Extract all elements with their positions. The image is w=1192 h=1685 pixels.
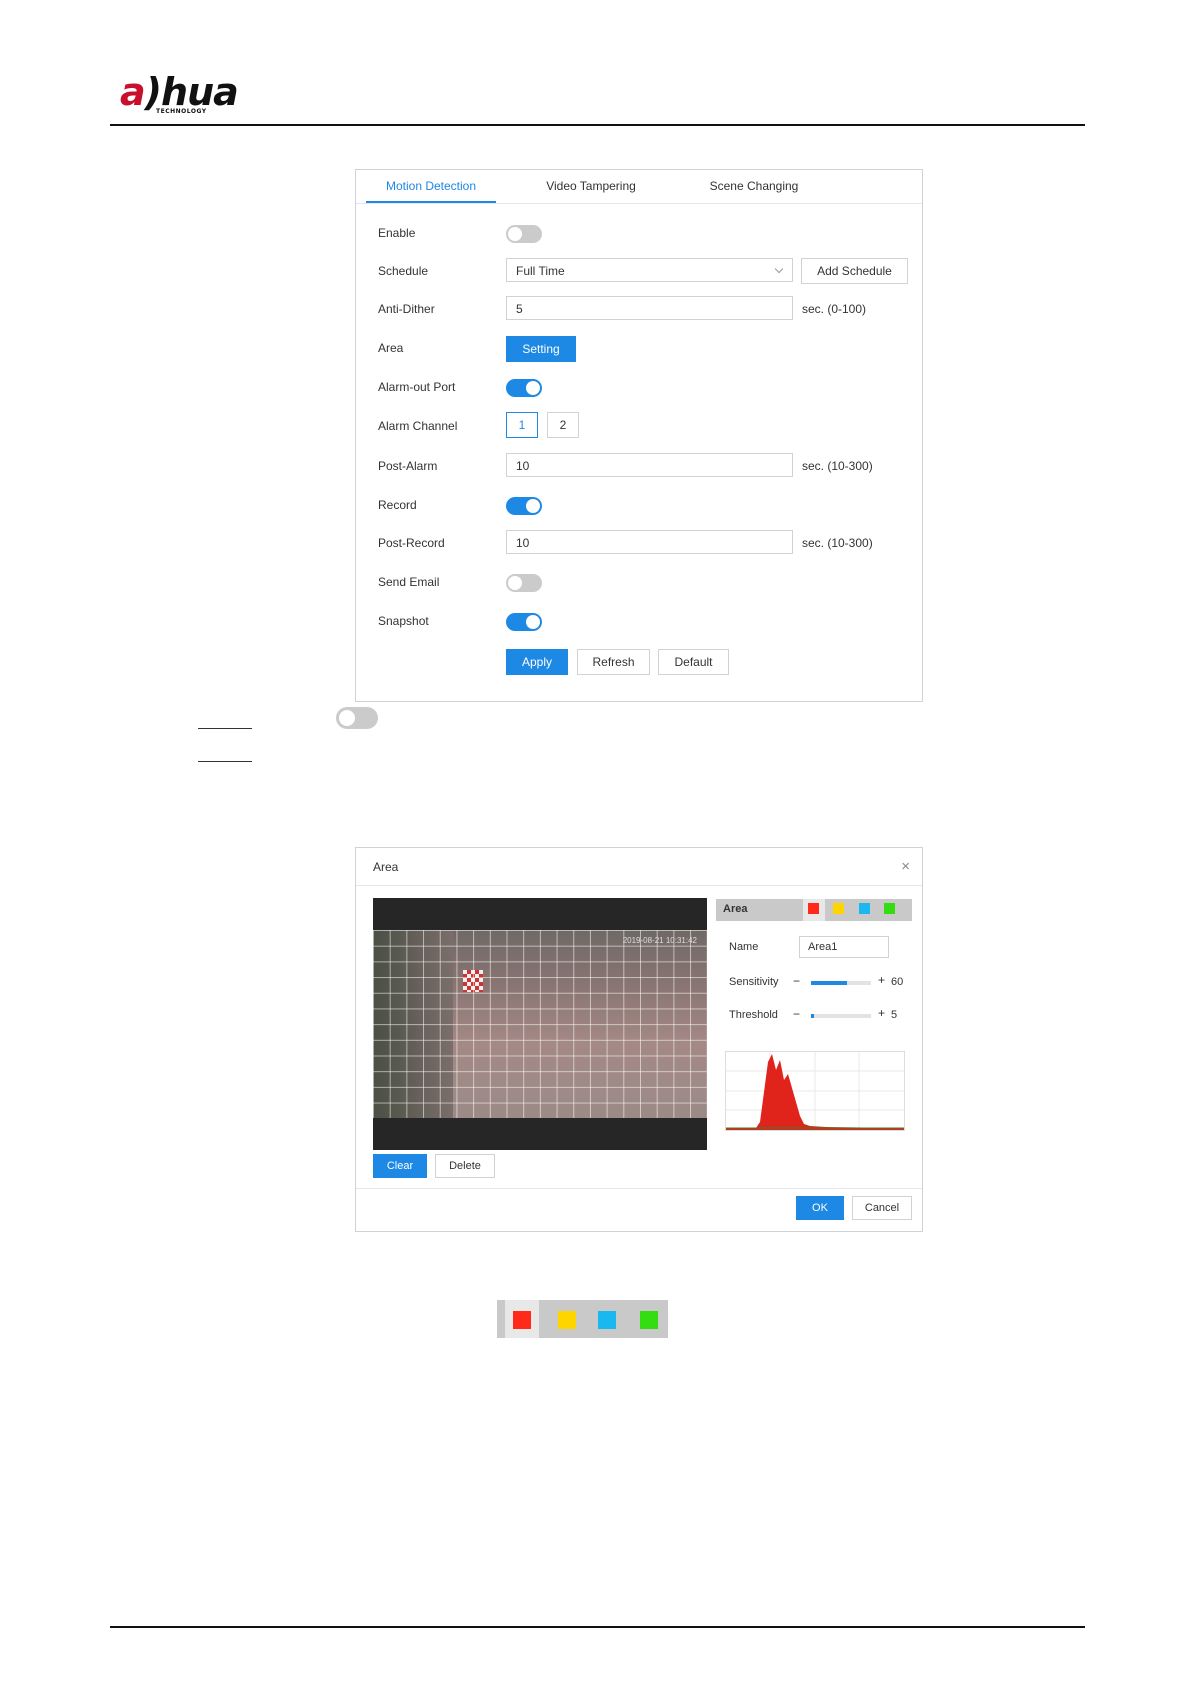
step-marker <box>198 728 252 729</box>
schedule-select[interactable]: Full Time <box>506 258 793 282</box>
alarm-out-port-toggle[interactable] <box>506 379 542 397</box>
send-email-label: Send Email <box>378 575 440 589</box>
anti-dither-input[interactable]: 5 <box>506 296 793 320</box>
tab-motion-detection[interactable]: Motion Detection <box>366 170 496 203</box>
threshold-decrease[interactable]: − <box>793 1007 800 1021</box>
color-red-swatch[interactable] <box>513 1311 531 1329</box>
setting-button[interactable]: Setting <box>506 336 576 362</box>
clear-button[interactable]: Clear <box>373 1154 427 1178</box>
ok-button[interactable]: OK <box>796 1196 844 1220</box>
color-yellow-swatch[interactable] <box>558 1311 576 1329</box>
area-color-yellow[interactable] <box>833 903 844 914</box>
video-timestamp: 2019-08-21 10:31:42 <box>622 936 697 945</box>
video-preview[interactable]: 2019-08-21 10:31:42 <box>373 898 707 1150</box>
histogram-graph <box>726 1052 904 1130</box>
dialog-footer-divider <box>356 1188 922 1189</box>
threshold-value: 5 <box>891 1009 898 1021</box>
sensitivity-increase[interactable]: + <box>878 973 885 987</box>
color-cyan-swatch[interactable] <box>598 1311 616 1329</box>
record-label: Record <box>378 498 417 512</box>
anti-dither-unit: sec. (0-100) <box>802 302 867 316</box>
threshold-slider[interactable] <box>811 1014 871 1018</box>
header-divider <box>110 124 1085 126</box>
area-label: Area <box>378 341 404 355</box>
record-toggle[interactable] <box>506 497 542 515</box>
area-color-green[interactable] <box>884 903 895 914</box>
area-color-cyan[interactable] <box>859 903 870 914</box>
snapshot-label: Snapshot <box>378 614 429 628</box>
post-alarm-input[interactable]: 10 <box>506 453 793 477</box>
post-alarm-unit: sec. (10-300) <box>802 459 873 473</box>
schedule-value: Full Time <box>516 264 565 278</box>
post-record-unit: sec. (10-300) <box>802 536 873 550</box>
threshold-fill <box>811 1014 814 1018</box>
dialog-header-divider <box>356 885 922 886</box>
alarm-channel-2[interactable]: 2 <box>547 412 579 438</box>
alarm-channel-1[interactable]: 1 <box>506 412 538 438</box>
alarm-out-port-label: Alarm-out Port <box>378 380 456 394</box>
motion-detection-panel: Motion Detection Video Tampering Scene C… <box>355 169 923 702</box>
area-dialog: Area × 2019-08-21 10:31:42 Area Name Are… <box>355 847 923 1232</box>
area-color-red[interactable] <box>808 903 819 914</box>
delete-button[interactable]: Delete <box>435 1154 495 1178</box>
add-schedule-button[interactable]: Add Schedule <box>801 258 908 284</box>
post-alarm-label: Post-Alarm <box>378 459 438 473</box>
snapshot-toggle[interactable] <box>506 613 542 631</box>
close-icon[interactable]: × <box>901 858 910 875</box>
footer-divider <box>110 1626 1085 1628</box>
area-name-input[interactable]: Area1 <box>799 936 889 958</box>
sensitivity-decrease[interactable]: − <box>793 974 800 988</box>
refresh-button[interactable]: Refresh <box>577 649 650 675</box>
anti-dither-label: Anti-Dither <box>378 302 435 316</box>
toggle-off-icon <box>336 707 378 729</box>
cancel-button[interactable]: Cancel <box>852 1196 912 1220</box>
sensitivity-label: Sensitivity <box>729 976 779 988</box>
default-button[interactable]: Default <box>658 649 729 675</box>
post-record-label: Post-Record <box>378 536 445 550</box>
sensitivity-value: 60 <box>891 976 904 988</box>
sensitivity-slider[interactable] <box>811 981 871 985</box>
color-green-swatch[interactable] <box>640 1311 658 1329</box>
step-marker <box>198 761 252 762</box>
sensitivity-fill <box>811 981 847 985</box>
name-label: Name <box>729 941 759 953</box>
chevron-down-icon <box>774 264 784 274</box>
enable-toggle[interactable] <box>506 225 542 243</box>
detection-grid[interactable] <box>373 930 707 1118</box>
schedule-label: Schedule <box>378 264 429 278</box>
dialog-title: Area <box>373 860 399 874</box>
camera-scene: 2019-08-21 10:31:42 <box>373 930 707 1118</box>
threshold-label: Threshold <box>729 1009 778 1021</box>
send-email-toggle[interactable] <box>506 574 542 592</box>
area-panel-label: Area <box>723 903 748 915</box>
motion-histogram <box>725 1051 905 1131</box>
alarm-channel-label: Alarm Channel <box>378 419 458 433</box>
tab-bar: Motion Detection Video Tampering Scene C… <box>356 170 922 204</box>
enable-label: Enable <box>378 226 416 240</box>
area-color-header: Area <box>716 899 912 921</box>
tab-video-tampering[interactable]: Video Tampering <box>526 170 656 203</box>
threshold-increase[interactable]: + <box>878 1006 885 1020</box>
brand-logo-subtitle: TECHNOLOGY <box>156 108 207 115</box>
post-record-input[interactable]: 10 <box>506 530 793 554</box>
tab-scene-changing[interactable]: Scene Changing <box>689 170 819 203</box>
area-color-bar <box>497 1300 668 1338</box>
apply-button[interactable]: Apply <box>506 649 568 675</box>
